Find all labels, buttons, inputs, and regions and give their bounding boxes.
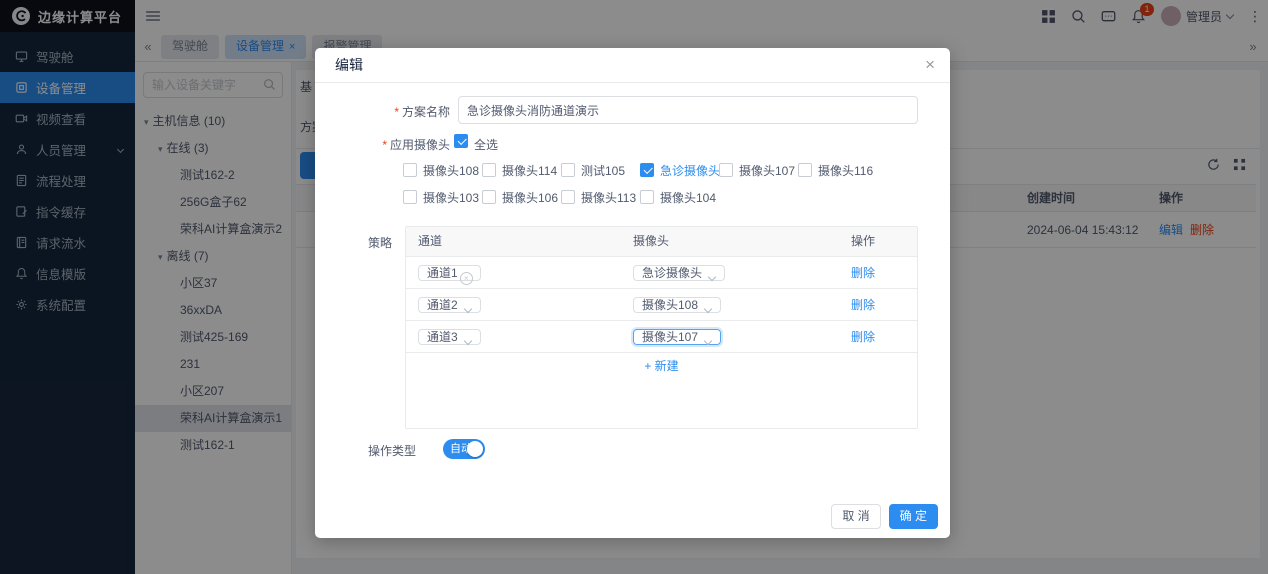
edit-modal: 编辑 × 方案名称 应用摄像头 全选 摄像头108 摄像头114 测试105 急… <box>315 48 950 538</box>
channel-select[interactable]: 通道2 <box>418 296 481 313</box>
row-delete-link[interactable]: 删除 <box>851 330 875 344</box>
operation-type-label: 操作类型 <box>368 444 417 458</box>
strategy-table-header: 通道 摄像头 操作 <box>406 227 917 256</box>
select-all-checkbox[interactable] <box>454 134 468 148</box>
camera-option[interactable]: 摄像头106 <box>482 188 561 206</box>
camera-option[interactable]: 摄像头104 <box>640 188 719 206</box>
camera-option-checked[interactable]: 急诊摄像头 <box>640 161 720 179</box>
row-delete-link[interactable]: 删除 <box>851 266 875 280</box>
modal-footer: 取 消 确 定 <box>831 504 938 529</box>
scheme-name-input[interactable] <box>458 96 918 124</box>
row-delete-link[interactable]: 删除 <box>851 298 875 312</box>
modal-title: 编辑 <box>335 57 363 73</box>
chevron-down-icon <box>703 336 713 345</box>
channel-select[interactable]: 通道1 × <box>418 264 481 285</box>
confirm-button[interactable]: 确 定 <box>888 504 938 529</box>
select-all-label: 全选 <box>474 138 499 152</box>
chevron-down-icon <box>463 336 472 345</box>
strategy-table: 通道 摄像头 操作 通道1 × 急诊摄像头 删除 通道2 摄像头108 删除 通道… <box>405 226 918 429</box>
strategy-row: 通道1 × 急诊摄像头 删除 <box>406 256 917 288</box>
strategy-row: 通道2 摄像头108 删除 <box>406 288 917 320</box>
camera-option[interactable]: 摄像头113 <box>561 188 640 206</box>
camera-select[interactable]: 摄像头108 <box>633 296 722 313</box>
screen: 边缘计算平台 1 管理员 ⋮ 驾驶舱 设备管理 视频查看 人员管理 流程处理 指… <box>0 0 1268 574</box>
column-camera: 摄像头 <box>633 234 670 248</box>
strategy-row: 通道3 摄像头107 删除 <box>406 320 917 352</box>
switch-knob <box>467 441 483 457</box>
add-row-button[interactable]: + 新建 <box>406 352 917 378</box>
channel-select[interactable]: 通道3 <box>418 328 481 345</box>
camera-option[interactable]: 摄像头107 <box>719 161 798 179</box>
column-action: 操作 <box>851 234 876 248</box>
chevron-down-icon <box>703 304 713 313</box>
operation-type-switch[interactable]: 自动 <box>443 439 485 459</box>
column-channel: 通道 <box>418 234 443 248</box>
camera-select[interactable]: 急诊摄像头 <box>633 264 726 281</box>
modal-header: 编辑 × <box>315 48 950 83</box>
close-icon[interactable]: × <box>925 55 935 75</box>
camera-option[interactable]: 摄像头114 <box>482 161 561 179</box>
camera-options-grid: 摄像头108 摄像头114 测试105 急诊摄像头 摄像头107 摄像头116 … <box>403 161 877 206</box>
clear-icon[interactable]: × <box>459 271 473 285</box>
camera-option[interactable]: 测试105 <box>561 161 640 179</box>
camera-select-focused[interactable]: 摄像头107 <box>633 328 722 345</box>
camera-option[interactable]: 摄像头103 <box>403 188 482 206</box>
camera-option[interactable]: 摄像头116 <box>798 161 877 179</box>
scheme-name-label: 方案名称 <box>315 103 450 120</box>
chevron-down-icon <box>707 272 717 281</box>
cancel-button[interactable]: 取 消 <box>831 504 881 529</box>
strategy-label: 策略 <box>368 236 393 250</box>
camera-option[interactable]: 摄像头108 <box>403 161 482 179</box>
apply-cameras-label: 应用摄像头 <box>315 136 450 153</box>
chevron-down-icon <box>463 304 472 313</box>
